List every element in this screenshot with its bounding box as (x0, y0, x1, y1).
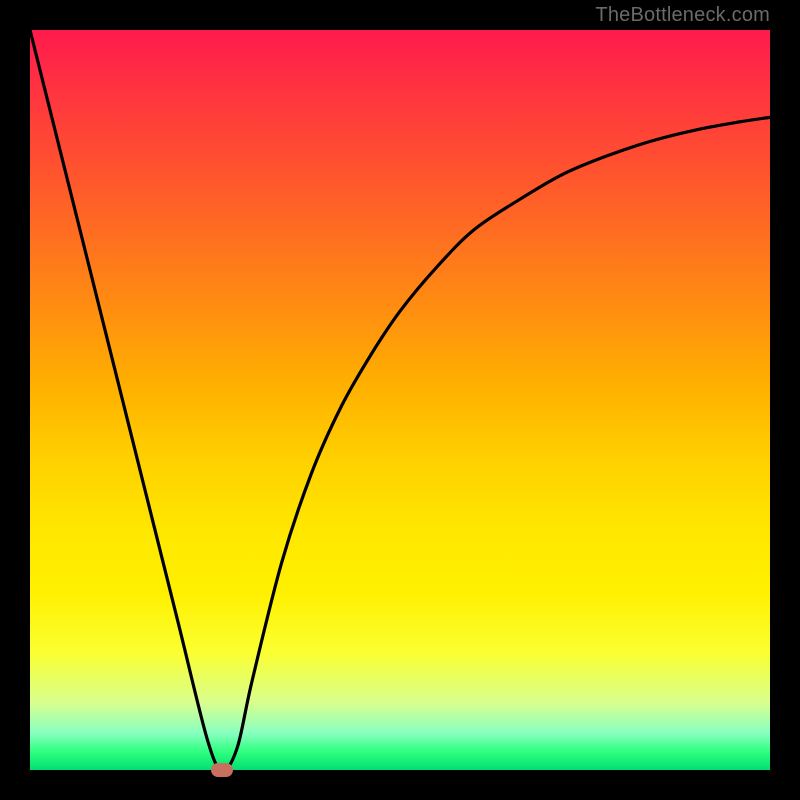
attribution-text: TheBottleneck.com (595, 4, 770, 27)
chart-frame: TheBottleneck.com (0, 0, 800, 800)
curve-svg (30, 30, 770, 770)
minimum-marker (211, 763, 233, 777)
bottleneck-curve (30, 30, 770, 770)
plot-area (30, 30, 770, 770)
